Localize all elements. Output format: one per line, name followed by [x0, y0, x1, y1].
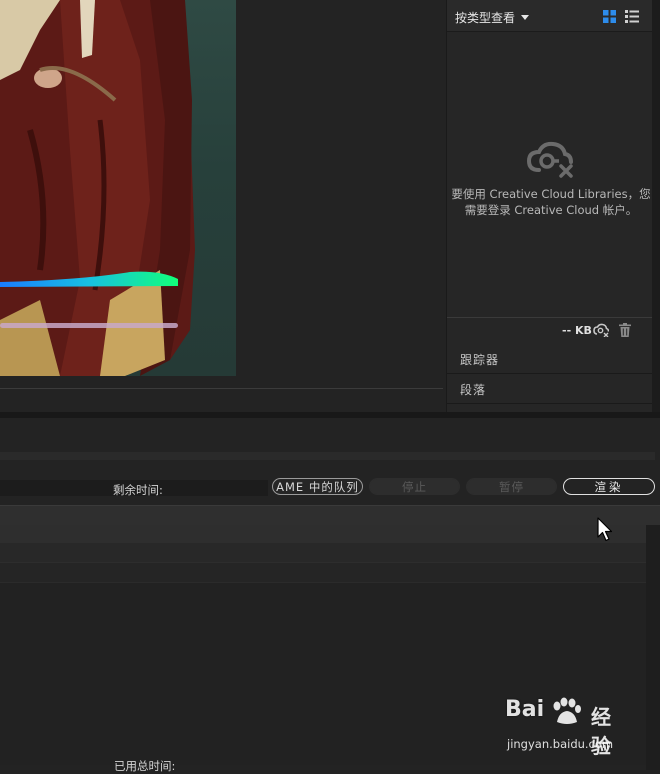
render-queue-column-header [0, 505, 660, 526]
creative-cloud-sync-icon[interactable] [593, 323, 609, 337]
library-storage-size: -- KB [562, 324, 592, 337]
composition-viewer[interactable] [0, 0, 443, 389]
tracker-panel-label: 跟踪器 [460, 353, 500, 367]
libraries-header: 按类型查看 [447, 0, 653, 32]
libraries-panel: 按类型查看 要使用 Creative Cloud Libraries，您 需要登… [446, 0, 653, 412]
watermark-brand: Bai [505, 697, 545, 722]
paragraph-panel-tab[interactable]: 段落 [447, 374, 653, 404]
trash-icon[interactable] [619, 323, 631, 337]
viewer-divider [0, 388, 443, 389]
render-queue-controls: 剩余时间: AME 中的队列 停止 暂停 渲染 [0, 474, 660, 498]
libraries-content: 要使用 Creative Cloud Libraries，您 需要登录 Crea… [447, 32, 653, 316]
stop-button[interactable]: 停止 [369, 478, 460, 495]
grid-view-icon[interactable] [603, 10, 616, 23]
list-row[interactable] [0, 525, 646, 543]
baidu-watermark: Bai 经验 jingyan.baidu.com [505, 697, 625, 758]
composition-frame-image [0, 0, 236, 376]
libraries-signin-message: 要使用 Creative Cloud Libraries，您 需要登录 Crea… [451, 186, 651, 218]
remaining-time-label: 剩余时间: [113, 483, 163, 497]
queue-in-ame-button[interactable]: AME 中的队列 [272, 478, 363, 495]
list-row[interactable] [0, 563, 646, 583]
paw-icon [553, 697, 581, 724]
list-row[interactable] [0, 543, 646, 563]
paragraph-panel-label: 段落 [460, 383, 487, 397]
mouse-pointer-icon [597, 517, 613, 542]
libraries-footer: -- KB [447, 317, 653, 345]
creative-cloud-offline-icon [526, 141, 573, 178]
view-by-type-dropdown[interactable]: 按类型查看 [455, 9, 530, 26]
view-by-type-label: 按类型查看 [455, 11, 516, 25]
right-panel-scrollbar[interactable] [652, 0, 660, 412]
list-view-icon[interactable] [625, 10, 639, 23]
elapsed-time-label: 已用总时间: [114, 759, 176, 773]
render-queue-scrollbar[interactable] [646, 525, 660, 770]
tracker-panel-tab[interactable]: 跟踪器 [447, 344, 653, 374]
caret-down-icon [521, 15, 530, 20]
libraries-message-line2: 需要登录 Creative Cloud 帐户。 [464, 203, 638, 217]
libraries-message-line1: 要使用 Creative Cloud Libraries，您 [451, 187, 651, 201]
watermark-url: jingyan.baidu.com [507, 737, 614, 751]
render-button[interactable]: 渲染 [563, 478, 655, 495]
pause-button[interactable]: 暂停 [466, 478, 557, 495]
render-progress-track [0, 452, 655, 460]
render-queue-header [0, 418, 660, 452]
